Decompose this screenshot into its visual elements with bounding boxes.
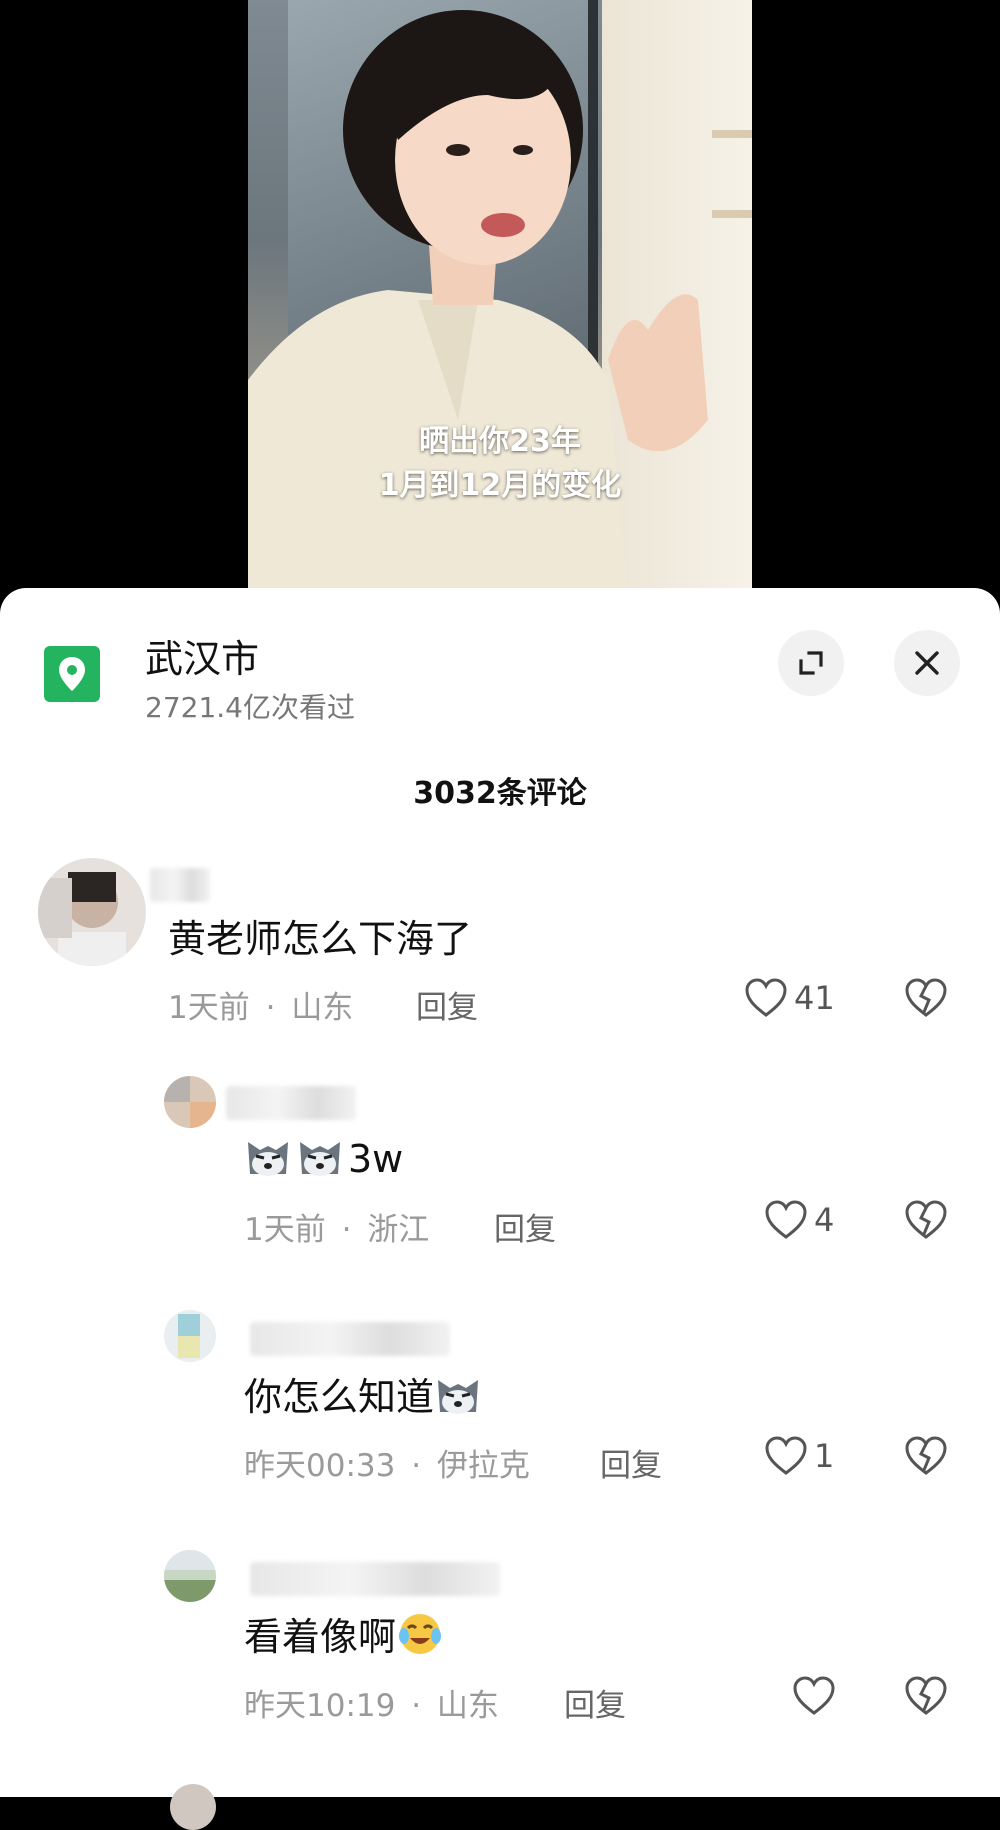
comment-region: 山东	[436, 1688, 499, 1724]
dislike-button[interactable]	[904, 978, 948, 1022]
location-views: 2721.4亿次看过	[145, 691, 355, 724]
comment-text-value: 你怎么知道	[244, 1375, 435, 1419]
username-blurred[interactable]	[226, 1086, 356, 1120]
comment-meta: 1天前 · 浙江	[244, 1204, 429, 1249]
avatar[interactable]	[170, 1784, 216, 1830]
reply-button[interactable]: 回复	[494, 1204, 556, 1249]
video-player[interactable]: 晒出你23年 1月到12月的变化	[0, 0, 1000, 600]
comments-sheet: 武汉市 2721.4亿次看过 3032条评论 黄老师怎么下海了 1天前 · 山东…	[0, 588, 1000, 1830]
avatar[interactable]	[38, 858, 146, 966]
dislike-button[interactable]	[904, 1200, 948, 1244]
heart-icon	[765, 1200, 807, 1239]
comment-region: 浙江	[367, 1212, 430, 1248]
heart-icon	[745, 978, 787, 1017]
broken-heart-icon	[905, 1200, 947, 1239]
expand-icon	[799, 651, 823, 675]
location-title[interactable]: 武汉市	[145, 628, 259, 683]
avatar[interactable]	[164, 1076, 216, 1128]
doge-emoji	[438, 1380, 479, 1414]
crying-laughing-emoji	[399, 1614, 442, 1654]
like-count: 1	[814, 1437, 835, 1475]
doge-emoji	[300, 1142, 340, 1176]
comment-region: 伊拉克	[436, 1448, 530, 1484]
close-button[interactable]	[894, 630, 960, 696]
heart-icon	[765, 1436, 807, 1475]
meta-separator: ·	[411, 1688, 422, 1724]
like-button[interactable]: 41	[744, 978, 835, 1018]
video-frame	[248, 0, 752, 600]
comment-text: 3w	[244, 1132, 403, 1181]
caption-line: 晒出你23年	[419, 424, 581, 459]
reply-button[interactable]: 回复	[416, 982, 478, 1027]
comment-text: 黄老师怎么下海了	[168, 917, 473, 961]
username-blurred[interactable]	[150, 868, 210, 902]
dislike-button[interactable]	[904, 1676, 948, 1720]
like-count: 4	[814, 1201, 835, 1239]
avatar[interactable]	[164, 1550, 216, 1602]
username-blurred[interactable]	[250, 1322, 450, 1356]
video-caption: 晒出你23年 1月到12月的变化	[248, 420, 752, 508]
location-pin-icon[interactable]	[44, 646, 100, 702]
like-button[interactable]	[792, 1676, 842, 1716]
meta-separator: ·	[265, 990, 276, 1026]
close-icon	[915, 651, 939, 675]
comment-text: 看着像啊	[244, 1606, 448, 1661]
broken-heart-icon	[905, 978, 947, 1017]
like-count: 41	[794, 979, 835, 1017]
heart-icon	[793, 1676, 835, 1715]
comment-meta: 昨天10:19 · 山东	[244, 1680, 499, 1725]
comment-meta: 1天前 · 山东	[168, 982, 353, 1027]
like-button[interactable]: 1	[764, 1436, 834, 1476]
meta-separator: ·	[341, 1212, 352, 1248]
comment-text-value: 3w	[348, 1137, 404, 1181]
comment-count-title: 3032条评论	[413, 776, 587, 811]
expand-button[interactable]	[778, 630, 844, 696]
meta-separator: ·	[411, 1448, 422, 1484]
comment-meta: 昨天00:33 · 伊拉克	[244, 1440, 530, 1485]
person-figure	[248, 10, 708, 600]
comment-time: 昨天10:19	[244, 1688, 396, 1724]
caption-line: 1月到12月的变化	[378, 468, 622, 503]
doge-emoji	[248, 1142, 288, 1176]
reply-button[interactable]: 回复	[564, 1680, 626, 1725]
broken-heart-icon	[905, 1676, 947, 1715]
comment-text-value: 看着像啊	[244, 1615, 397, 1659]
comment-time: 昨天00:33	[244, 1448, 396, 1484]
comment-text: 你怎么知道	[244, 1366, 486, 1421]
comment-region: 山东	[291, 990, 354, 1026]
dislike-button[interactable]	[904, 1436, 948, 1480]
comment-time: 1天前	[244, 1212, 326, 1248]
avatar[interactable]	[164, 1310, 216, 1362]
comment-time: 1天前	[168, 990, 250, 1026]
broken-heart-icon	[905, 1436, 947, 1475]
reply-button[interactable]: 回复	[600, 1440, 662, 1485]
username-blurred[interactable]	[250, 1562, 500, 1596]
like-button[interactable]: 4	[764, 1200, 834, 1240]
